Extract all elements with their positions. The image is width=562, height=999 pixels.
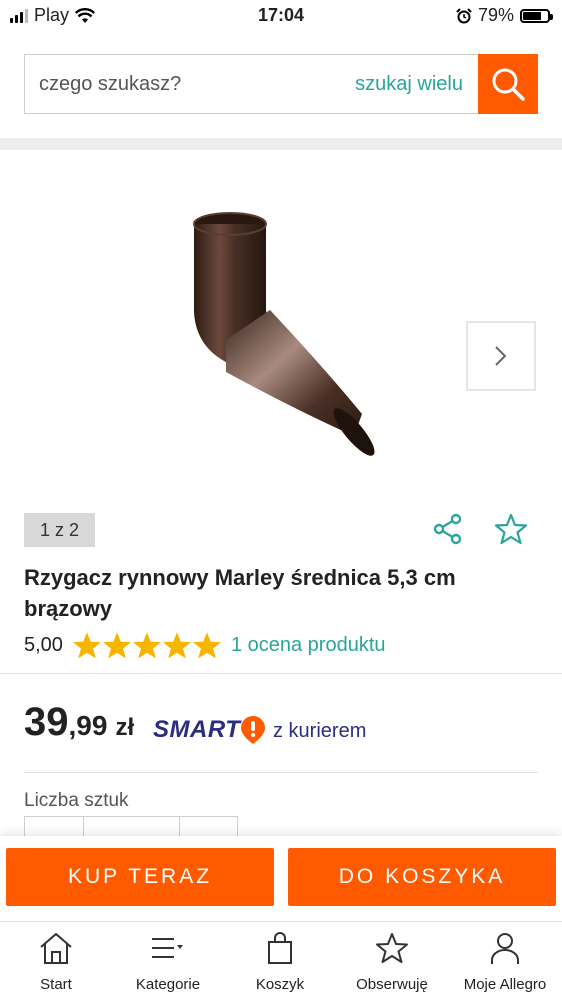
tab-obserwuje[interactable]: Obserwuję xyxy=(337,930,447,993)
add-to-cart-button[interactable]: DO KOSZYKA xyxy=(288,848,556,906)
quantity-label: Liczba sztuk xyxy=(24,790,129,811)
reviews-link[interactable]: 1 ocena produktu xyxy=(231,634,386,657)
tab-moje-allegro[interactable]: Moje Allegro xyxy=(450,930,560,993)
tab-label: Obserwuję xyxy=(356,976,428,993)
battery-icon xyxy=(520,8,553,23)
rating-stars xyxy=(72,631,221,659)
tab-start[interactable]: Start xyxy=(1,930,111,993)
share-icon[interactable] xyxy=(432,513,464,545)
rating-star-icon xyxy=(102,631,131,658)
search-button[interactable] xyxy=(478,54,538,114)
menu-icon xyxy=(152,938,183,958)
user-icon xyxy=(491,933,519,964)
alarm-icon xyxy=(456,7,472,23)
tab-label: Start xyxy=(40,976,72,993)
rating-star-icon xyxy=(192,631,221,658)
star-outline-icon xyxy=(376,933,408,963)
rating-value: 5,00 xyxy=(24,633,63,656)
product-rating[interactable]: 5,00 1 ocena produktu xyxy=(24,630,386,660)
product-title: Rzygacz rynnowy Marley średnica 5,3 cm b… xyxy=(24,565,456,621)
favorite-star-icon[interactable] xyxy=(494,513,528,545)
divider xyxy=(0,673,562,674)
tab-koszyk[interactable]: Koszyk xyxy=(225,930,335,993)
price-decimal: ,99 xyxy=(68,710,108,741)
tab-label: Koszyk xyxy=(255,976,305,993)
smart-label: SMART xyxy=(153,716,241,743)
price-integer: 39 xyxy=(24,700,69,744)
tab-bar: Start Kategorie Koszyk Obserwuję Moje Al… xyxy=(0,921,562,999)
chevron-right-icon xyxy=(495,346,507,366)
product-price: 39 ,99 zł xyxy=(24,700,134,745)
rating-star-icon xyxy=(162,631,191,658)
divider xyxy=(24,772,538,773)
smart-badge[interactable]: SMART xyxy=(153,715,266,745)
buy-now-button[interactable]: KUP TERAZ xyxy=(6,848,274,906)
smart-exclamation-icon xyxy=(241,716,266,744)
section-separator xyxy=(0,138,562,150)
search-input[interactable]: czego szukasz? xyxy=(39,73,181,96)
bag-icon xyxy=(268,932,292,964)
battery-percent: 79% xyxy=(477,5,514,25)
tab-label: Moje Allegro xyxy=(463,976,547,993)
search-icon xyxy=(492,68,525,101)
gallery-counter: 1 z 2 xyxy=(24,513,95,547)
home-icon xyxy=(40,932,72,964)
rating-star-icon xyxy=(132,631,161,658)
tab-kategorie[interactable]: Kategorie xyxy=(113,930,223,993)
gallery-next-button[interactable] xyxy=(466,321,536,391)
price-currency: zł xyxy=(115,714,135,741)
status-bar: Play 17:04 79% xyxy=(0,0,562,32)
tab-label: Kategorie xyxy=(135,976,201,993)
multi-search-link[interactable]: szukaj wielu xyxy=(355,73,463,96)
status-right: 79% xyxy=(456,5,553,26)
search-bar[interactable]: czego szukasz? szukaj wielu xyxy=(24,54,538,114)
product-image[interactable] xyxy=(186,200,386,480)
delivery-method: z kurierem xyxy=(273,720,367,742)
action-bar: KUP TERAZ DO KOSZYKA xyxy=(0,836,562,921)
rating-star-icon xyxy=(72,631,101,658)
